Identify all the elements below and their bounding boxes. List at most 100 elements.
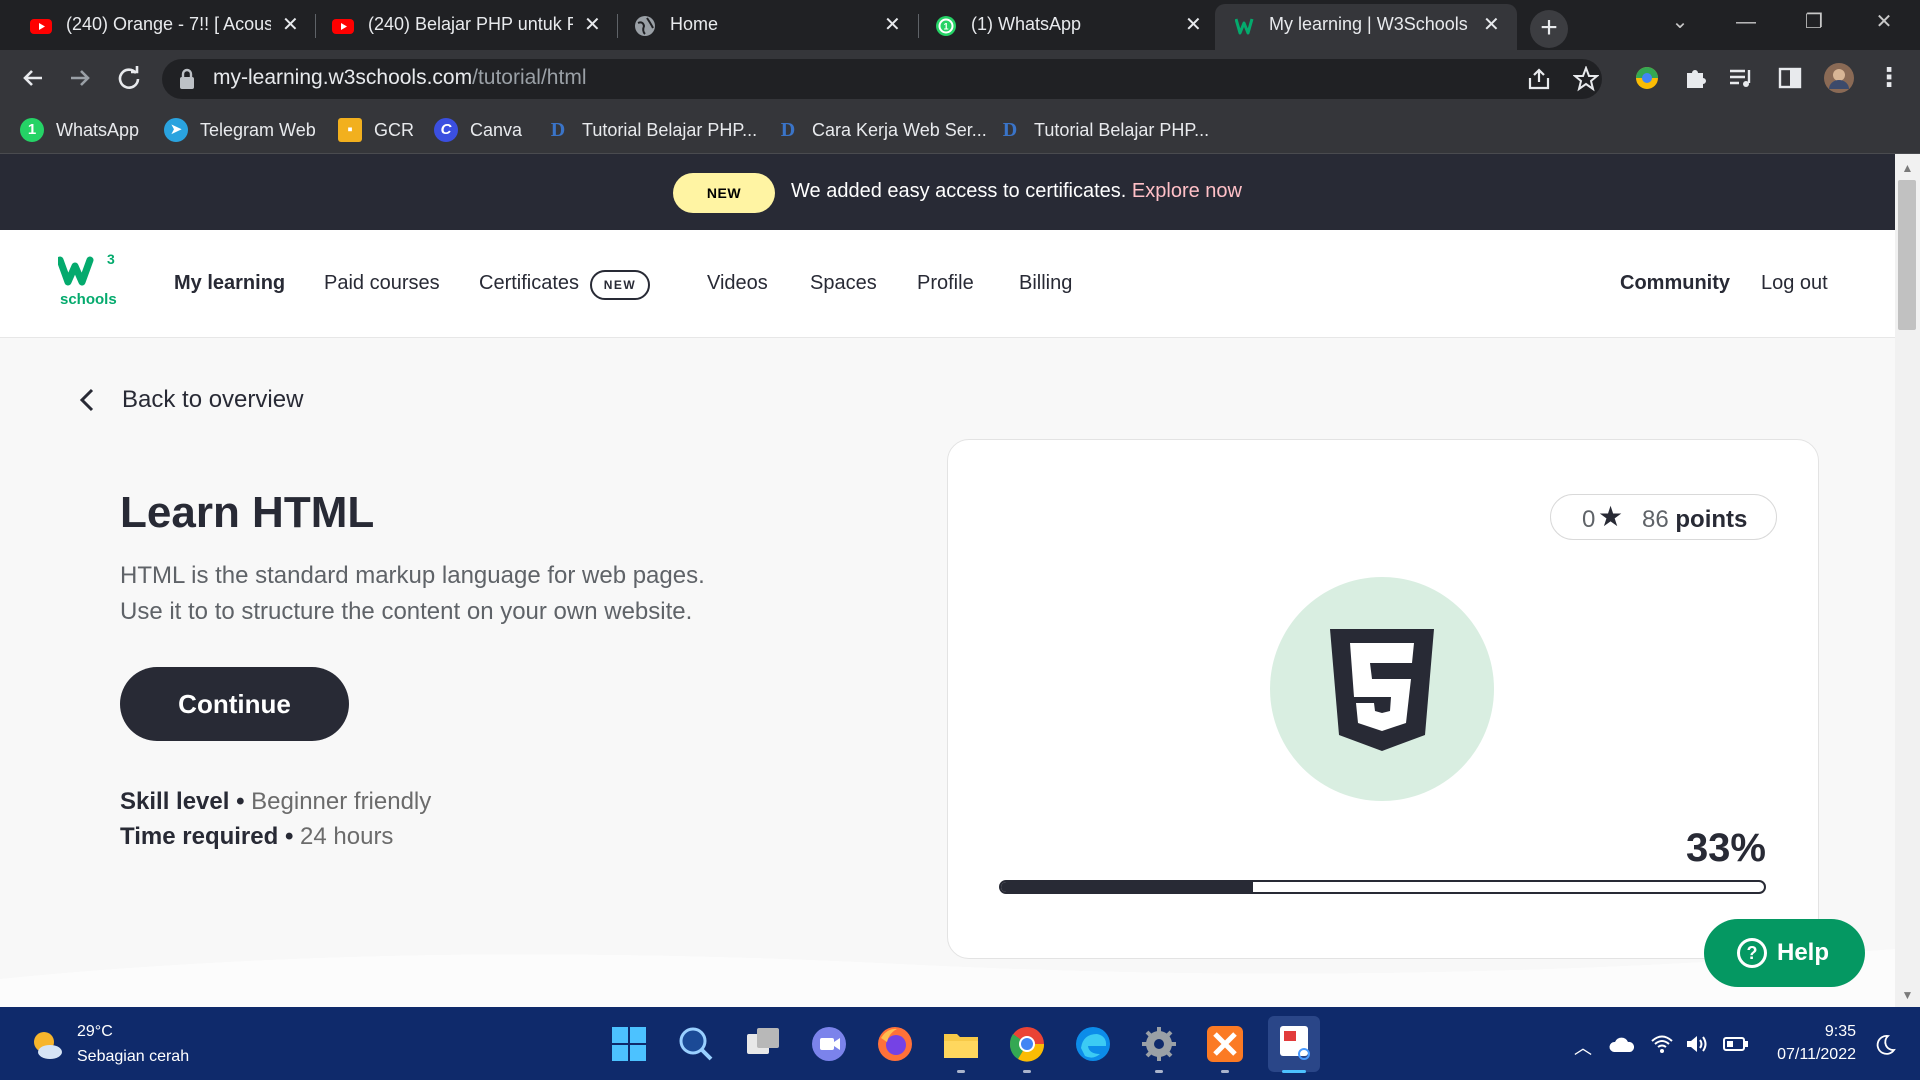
back-to-overview-link[interactable]: Back to overview xyxy=(78,386,303,414)
lock-icon[interactable] xyxy=(179,68,195,90)
weather-partly-sunny-icon[interactable] xyxy=(30,1028,64,1062)
close-icon[interactable]: ✕ xyxy=(884,12,901,37)
telegram-icon: ➤ xyxy=(164,118,188,142)
continue-button[interactable]: Continue xyxy=(120,667,349,741)
nav-profile[interactable]: Profile xyxy=(917,272,974,295)
firefox-icon[interactable] xyxy=(875,1024,915,1064)
nav-videos[interactable]: Videos xyxy=(707,272,768,295)
help-button[interactable]: ? Help xyxy=(1704,919,1865,987)
show-hidden-icons-chevron[interactable]: ︿ xyxy=(1574,1034,1592,1060)
wifi-icon[interactable] xyxy=(1651,1034,1673,1054)
file-explorer-icon[interactable] xyxy=(941,1024,981,1064)
chrome-icon[interactable] xyxy=(1007,1024,1047,1064)
youtube-icon xyxy=(332,19,354,34)
reload-icon[interactable] xyxy=(114,63,144,93)
window-close-icon[interactable]: ✕ xyxy=(1856,0,1912,50)
bookmark-label: WhatsApp xyxy=(56,119,140,140)
browser-menu-icon[interactable]: ⋮ xyxy=(1874,63,1904,93)
close-icon[interactable]: ✕ xyxy=(1483,12,1500,37)
profile-avatar[interactable] xyxy=(1823,62,1855,94)
night-light-moon-icon[interactable] xyxy=(1874,1034,1896,1056)
extensions-puzzle-icon[interactable] xyxy=(1682,64,1710,92)
nav-community[interactable]: Community xyxy=(1620,272,1730,295)
bookmark-canva[interactable]: C Canva xyxy=(434,116,522,144)
bookmark-gcr[interactable]: ▪ GCR xyxy=(338,116,414,144)
close-icon[interactable]: ✕ xyxy=(584,12,601,37)
tab-title: (240) Belajar PHP untuk Pe xyxy=(368,14,573,34)
nav-certificates[interactable]: Certificates xyxy=(479,272,579,295)
help-label: Help xyxy=(1777,939,1830,966)
points-label: points xyxy=(1675,506,1748,533)
browser-tab[interactable]: (240) Orange - 7!! [ Acous ✕ xyxy=(0,0,315,50)
question-icon: ? xyxy=(1737,938,1767,968)
bookmark-whatsapp[interactable]: 1 WhatsApp xyxy=(20,116,139,144)
youtube-icon xyxy=(30,19,52,34)
nav-billing[interactable]: Billing xyxy=(1019,272,1072,295)
bookmark-tutorial-php-1[interactable]: D Tutorial Belajar PHP... xyxy=(546,116,757,144)
bookmark-tutorial-php-2[interactable]: D Tutorial Belajar PHP... xyxy=(998,116,1209,144)
bookmark-label: GCR xyxy=(374,119,414,140)
browser-tab[interactable]: (240) Belajar PHP untuk Pe ✕ xyxy=(302,0,617,50)
w3schools-logo[interactable]: 3 schools xyxy=(56,251,122,312)
edge-icon[interactable] xyxy=(1073,1024,1113,1064)
browser-tab-active[interactable]: My learning | W3Schools ✕ xyxy=(1215,4,1517,50)
tab-search-icon[interactable]: ⌄ xyxy=(1652,0,1708,50)
running-indicator xyxy=(1155,1070,1163,1073)
windows-start-icon[interactable] xyxy=(609,1024,649,1064)
teams-chat-icon[interactable] xyxy=(809,1024,849,1064)
task-view-icon[interactable] xyxy=(743,1024,783,1064)
svg-text:1: 1 xyxy=(943,22,948,32)
duniailkom-icon: D xyxy=(780,119,796,141)
logo-superscript: 3 xyxy=(107,252,115,267)
skill-level-label: Skill level xyxy=(120,788,230,815)
nav-paid-courses[interactable]: Paid courses xyxy=(324,272,440,295)
explore-now-link[interactable]: Explore now xyxy=(1132,180,1242,202)
share-icon[interactable] xyxy=(1526,66,1552,92)
tab-title: (240) Orange - 7!! [ Acous xyxy=(66,14,271,34)
extension-colorful-icon[interactable] xyxy=(1633,64,1661,92)
url-path: /tutorial/html xyxy=(472,66,587,89)
settings-gear-icon[interactable] xyxy=(1139,1024,1179,1064)
minimize-icon[interactable]: — xyxy=(1718,0,1774,50)
duniailkom-icon: D xyxy=(550,119,566,141)
nav-my-learning[interactable]: My learning xyxy=(174,272,285,295)
close-icon[interactable]: ✕ xyxy=(282,12,299,37)
onedrive-cloud-icon[interactable] xyxy=(1609,1036,1635,1054)
bookmark-telegram[interactable]: ➤ Telegram Web xyxy=(164,116,316,144)
scrollbar-thumb[interactable] xyxy=(1898,180,1916,330)
active-indicator xyxy=(1282,1070,1306,1073)
clock-date[interactable]: 07/11/2022 xyxy=(1760,1046,1856,1064)
close-icon[interactable]: ✕ xyxy=(1185,12,1202,37)
logo-wordmark: schools xyxy=(60,291,117,308)
xampp-icon[interactable] xyxy=(1205,1024,1245,1064)
restore-icon[interactable]: ❐ xyxy=(1786,0,1842,50)
nav-spaces[interactable]: Spaces xyxy=(810,272,877,295)
clock-time[interactable]: 9:35 xyxy=(1802,1023,1856,1041)
forward-arrow-icon[interactable] xyxy=(65,63,95,93)
scroll-up-icon[interactable]: ▲ xyxy=(1895,156,1920,180)
volume-icon[interactable] xyxy=(1685,1034,1709,1054)
bookmark-star-icon[interactable] xyxy=(1573,66,1599,92)
search-icon[interactable] xyxy=(676,1024,716,1064)
nav-logout[interactable]: Log out xyxy=(1761,272,1828,295)
new-tab-button[interactable]: + xyxy=(1530,10,1568,48)
weather-temperature[interactable]: 29°C xyxy=(77,1023,113,1041)
snipping-tool-icon[interactable] xyxy=(1268,1016,1320,1072)
weather-description[interactable]: Sebagian cerah xyxy=(77,1048,189,1066)
bookmark-cara-kerja[interactable]: D Cara Kerja Web Ser... xyxy=(776,116,987,144)
meta-separator: • xyxy=(284,823,294,850)
side-panel-icon[interactable] xyxy=(1776,64,1804,92)
tab-title: My learning | W3Schools xyxy=(1269,14,1468,34)
scroll-down-icon[interactable]: ▼ xyxy=(1895,983,1920,1007)
progress-bar xyxy=(999,880,1766,894)
media-control-icon[interactable] xyxy=(1727,64,1755,92)
bookmark-label: Tutorial Belajar PHP... xyxy=(582,119,758,140)
points-text: 86 points xyxy=(1642,506,1747,534)
browser-tab[interactable]: Home ✕ xyxy=(604,0,906,50)
back-arrow-icon[interactable] xyxy=(18,63,48,93)
battery-icon[interactable] xyxy=(1723,1036,1749,1052)
browser-tab[interactable]: 1 (1) WhatsApp ✕ xyxy=(905,0,1215,50)
whatsapp-icon: 1 xyxy=(936,16,956,36)
address-url[interactable]: my-learning.w3schools.com/tutorial/html xyxy=(213,66,586,90)
time-required-label: Time required xyxy=(120,823,279,850)
